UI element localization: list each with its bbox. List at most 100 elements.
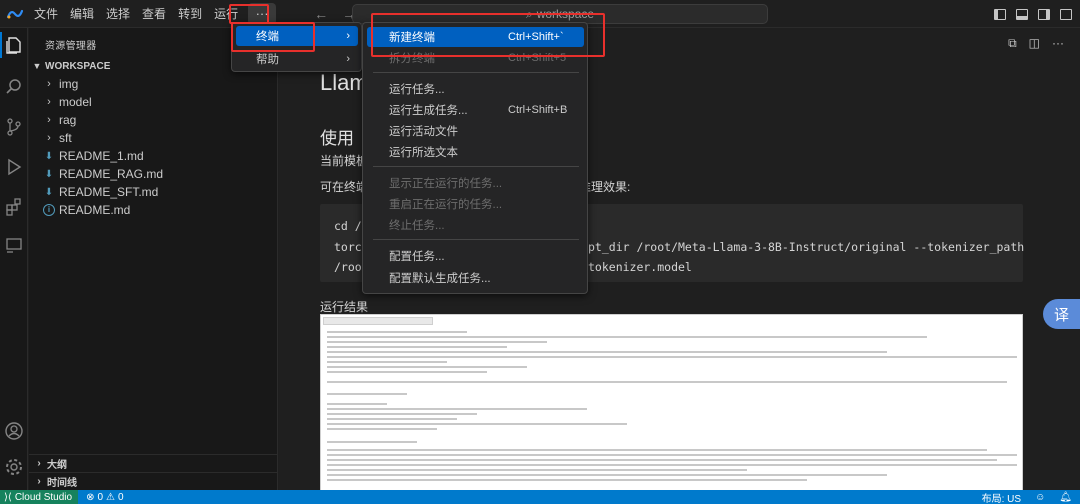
info-file-icon: i — [43, 204, 55, 216]
toggle-primary-sidebar-icon[interactable] — [994, 8, 1006, 20]
open-source-icon[interactable]: ⧉ — [1008, 36, 1017, 51]
run-build-task-item[interactable]: 运行生成任务... Ctrl+Shift+B — [367, 100, 584, 120]
menu-separator — [373, 166, 579, 167]
menu-label: 新建终端 — [389, 32, 435, 44]
source-control-icon[interactable] — [0, 112, 28, 142]
screenshot-text-line — [327, 366, 527, 368]
command-center-search[interactable]: ⌕ workspace — [352, 4, 768, 24]
menu-go[interactable]: 转到 — [172, 0, 208, 28]
run-selected-text-item[interactable]: 运行所选文本 — [367, 142, 584, 162]
keybinding: Ctrl+Shift+` — [508, 31, 564, 43]
folder-label: rag — [59, 113, 77, 127]
terminal-submenu: 新建终端 Ctrl+Shift+` 拆分终端 Ctrl+Shift+5 运行任务… — [362, 22, 588, 294]
editor-actions: ⧉ ◫ ··· — [1008, 36, 1064, 51]
menu-edit[interactable]: 编辑 — [64, 0, 100, 28]
menu-view[interactable]: 查看 — [136, 0, 172, 28]
menu-label: 重启正在运行的任务... — [389, 199, 503, 211]
menu-help[interactable]: 帮助 › — [236, 49, 358, 69]
file-label: README_1.md — [59, 149, 144, 163]
screenshot-text-line — [327, 441, 417, 443]
screenshot-text-line — [327, 474, 887, 476]
screenshot-text-line — [327, 408, 587, 410]
nav-arrows: ← → — [314, 6, 356, 22]
chevron-right-icon: › — [47, 96, 51, 108]
split-editor-icon[interactable]: ◫ — [1029, 36, 1040, 51]
search-view-icon[interactable] — [0, 72, 28, 102]
doc-paragraph: 可在终端 — [320, 180, 369, 194]
chevron-right-icon: › — [37, 458, 41, 469]
file-label: README_SFT.md — [59, 185, 159, 199]
doc-heading: 使用 — [320, 129, 354, 148]
extensions-icon[interactable] — [0, 192, 28, 222]
menu-label: 运行生成任务... — [389, 105, 468, 117]
settings-gear-icon[interactable] — [0, 452, 28, 482]
back-arrow-icon[interactable]: ← — [314, 6, 328, 22]
menu-selection[interactable]: 选择 — [100, 0, 136, 28]
toggle-panel-icon[interactable] — [1016, 8, 1028, 20]
markdown-file-icon: ⬇ — [44, 186, 54, 198]
run-active-file-item[interactable]: 运行活动文件 — [367, 121, 584, 141]
notifications-bell-icon[interactable]: 🔔︎ — [1059, 492, 1072, 503]
new-terminal-item[interactable]: 新建终端 Ctrl+Shift+` — [367, 27, 584, 47]
tree-folder-sft[interactable]: › sft — [29, 129, 278, 147]
tree-folder-rag[interactable]: › rag — [29, 111, 278, 129]
chevron-right-icon: › — [37, 476, 41, 487]
remote-indicator[interactable]: ⟩⟨ Cloud Studio — [0, 490, 79, 504]
toggle-secondary-sidebar-icon[interactable] — [1038, 8, 1050, 20]
screenshot-tab — [323, 317, 433, 325]
screenshot-text-line — [327, 356, 1017, 358]
menu-file[interactable]: 文件 — [28, 0, 64, 28]
split-terminal-item[interactable]: 拆分终端 Ctrl+Shift+5 — [367, 48, 584, 68]
configure-tasks-item[interactable]: 配置任务... — [367, 246, 584, 266]
more-actions-icon[interactable]: ··· — [1052, 36, 1064, 51]
screenshot-text-line — [327, 479, 807, 481]
account-icon[interactable] — [0, 416, 28, 446]
code-line-tail: tokenizer.model — [588, 260, 692, 274]
terminate-task-item[interactable]: 终止任务... — [367, 215, 584, 235]
remote-explorer-icon[interactable] — [0, 230, 28, 260]
layout-controls — [994, 0, 1072, 28]
customize-layout-icon[interactable] — [1060, 8, 1072, 20]
doc-title: Llam — [320, 70, 368, 95]
screenshot-text-line — [327, 469, 747, 471]
screenshot-text-line — [327, 381, 1007, 383]
explorer-icon[interactable] — [0, 30, 28, 60]
tree-file-readme[interactable]: i README.md — [29, 201, 278, 219]
screenshot-text-line — [327, 393, 407, 395]
more-menu-dropdown: 终端 › 帮助 › — [231, 22, 362, 72]
doc-paragraph: 运行结果 — [320, 300, 369, 314]
configure-default-build-task-item[interactable]: 配置默认生成任务... — [367, 268, 584, 288]
screenshot-text-line — [327, 331, 467, 333]
keyboard-layout[interactable]: 布局: US — [982, 490, 1021, 504]
tree-file-readme-1[interactable]: ⬇ README_1.md — [29, 147, 278, 165]
restart-running-task-item[interactable]: 重启正在运行的任务... — [367, 194, 584, 214]
screenshot-text-line — [327, 413, 477, 415]
menu-terminal[interactable]: 终端 › — [236, 26, 358, 46]
screenshot-text-line — [327, 454, 1017, 456]
tree-folder-model[interactable]: › model — [29, 93, 278, 111]
folder-label: model — [59, 95, 92, 109]
run-debug-icon[interactable] — [0, 152, 28, 182]
file-label: README_RAG.md — [59, 167, 164, 181]
result-screenshot-image — [320, 314, 1023, 490]
timeline-section[interactable]: › 时间线 — [29, 472, 278, 490]
sidebar-title: 资源管理器 — [45, 41, 97, 52]
screenshot-text-line — [327, 418, 457, 420]
screenshot-text-line — [327, 459, 997, 461]
tree-folder-img[interactable]: › img — [29, 75, 278, 93]
menu-label: 拆分终端 — [389, 53, 435, 65]
tree-file-readme-sft[interactable]: ⬇ README_SFT.md — [29, 183, 278, 201]
run-task-item[interactable]: 运行任务... — [367, 79, 584, 99]
translate-button[interactable]: 译 — [1043, 299, 1080, 329]
outline-section[interactable]: › 大纲 — [29, 454, 278, 472]
show-running-tasks-item[interactable]: 显示正在运行的任务... — [367, 173, 584, 193]
menu-label: 终端 — [256, 31, 279, 43]
status-right: 布局: US ☺ 🔔︎ — [982, 490, 1072, 504]
problems-indicator[interactable]: ⊗ 0 ⚠ 0 — [86, 492, 123, 503]
tree-file-readme-rag[interactable]: ⬇ README_RAG.md — [29, 165, 278, 183]
doc-paragraph: 当前模板 — [320, 154, 369, 168]
folder-label: sft — [59, 131, 72, 145]
remote-icon: ⟩⟨ — [4, 491, 12, 503]
search-text: workspace — [536, 7, 595, 21]
feedback-icon[interactable]: ☺ — [1035, 492, 1045, 503]
